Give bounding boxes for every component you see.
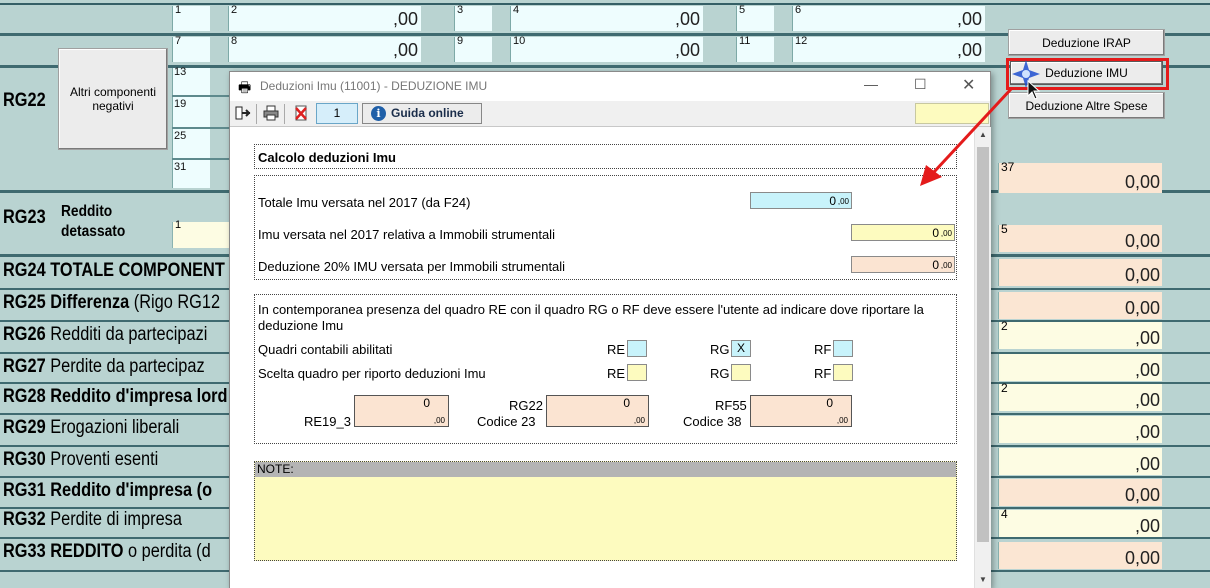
row-label-rg28: RG28 Reddito d'impresa lord (3, 386, 228, 407)
rf-abilitato-check[interactable] (833, 340, 853, 357)
imu-strumentali-field[interactable]: 0,00 (851, 224, 955, 241)
dialog-content: Calcolo deduzioni Imu Totale Imu versata… (230, 127, 974, 588)
form-cell[interactable]: 1 (172, 4, 210, 31)
re19-label: RE19_3 (304, 414, 351, 429)
row-label: Totale Imu versata nel 2017 (da F24) (258, 195, 471, 210)
form-cell[interactable]: 3 (454, 4, 492, 31)
exit-icon[interactable] (234, 104, 252, 122)
form-cell[interactable]: 4,00 (998, 507, 1162, 537)
form-cell[interactable]: 12,00 (792, 35, 985, 62)
form-cell[interactable]: 7 (172, 35, 210, 62)
form-cell[interactable]: 9 (454, 35, 492, 62)
form-cell[interactable]: 0,00 (998, 292, 1162, 319)
rg23-description: Reddito detassato (61, 203, 126, 240)
form-cell[interactable]: 11 (736, 35, 774, 62)
row-label-rg22: RG22 (3, 90, 46, 111)
rf55-field[interactable]: 0,00 (750, 395, 852, 427)
scroll-down-icon[interactable]: ▼ (979, 575, 987, 584)
row-label-rg27: RG27 Perdite da partecipaz (3, 356, 205, 377)
form-cell[interactable]: 0,00 (998, 479, 1162, 506)
rg-scelta-check[interactable] (731, 364, 751, 381)
form-cell[interactable]: ,00 (998, 448, 1162, 475)
guida-online-button[interactable]: i Guida online (362, 103, 482, 124)
form-cell[interactable]: 4,00 (510, 4, 703, 31)
codice23-label: Codice 23 (477, 414, 536, 429)
print-icon[interactable] (262, 104, 280, 122)
deduzione-20-field[interactable]: 0,00 (851, 256, 955, 273)
mouse-cursor-icon (1027, 79, 1041, 100)
re-scelta-check[interactable] (627, 364, 647, 381)
maximize-icon[interactable]: ☐ (914, 76, 927, 93)
row-label-rg30: RG30 Proventi esenti (3, 449, 159, 470)
deduzione-irap-button[interactable]: Deduzione IRAP (1008, 29, 1165, 56)
deduzioni-imu-dialog: 🖶 Deduzioni Imu (11001) - DEDUZIONE IMU … (229, 71, 991, 588)
minimize-icon[interactable]: — (864, 76, 878, 92)
calc-rows-box: Totale Imu versata nel 2017 (da F24) 0,0… (254, 175, 957, 280)
cell-number: 25 (174, 130, 187, 142)
form-cell[interactable]: ,00 (998, 416, 1162, 443)
printer-app-icon: 🖶 (238, 79, 252, 95)
notes-header: NOTE: (255, 462, 956, 477)
notes-area[interactable]: NOTE: (254, 461, 957, 561)
rf-label: RF (814, 366, 832, 381)
form-cell[interactable]: ,00 (998, 354, 1162, 381)
abilitati-label: Quadri contabili abilitati (258, 342, 393, 357)
form-cell[interactable]: 6,00 (792, 4, 985, 31)
info-icon: i (371, 106, 386, 121)
form-cell[interactable]: 5 0,00 (998, 222, 1162, 252)
form-cell[interactable]: 2,00 (998, 319, 1162, 349)
vertical-scrollbar[interactable]: ▲ ▼ (974, 127, 991, 588)
riporto-box: In contemporanea presenza del quadro RE … (254, 294, 957, 444)
altri-componenti-button[interactable]: Altri componenti negativi (58, 48, 168, 150)
form-cell[interactable]: 8,00 (228, 35, 421, 62)
form-cell[interactable]: 0,00 (998, 259, 1162, 286)
rg-label: RG (710, 342, 730, 357)
rg22-field[interactable]: 0,00 (546, 395, 649, 427)
scroll-up-icon[interactable]: ▲ (979, 130, 987, 139)
scroll-thumb[interactable] (977, 147, 989, 542)
cell-number: 31 (174, 161, 187, 173)
row-label: Deduzione 20% IMU versata per Immobili s… (258, 259, 566, 274)
rf-label: RF (814, 342, 832, 357)
row-label-rg24: RG24 TOTALE COMPONENT (3, 260, 225, 281)
row-label-rg29: RG29 Erogazioni liberali (3, 417, 180, 438)
header-box: Calcolo deduzioni Imu (254, 144, 957, 169)
rf55-label: RF55 (715, 398, 747, 413)
row-label-rg26: RG26 Redditi da partecipazi (3, 324, 208, 345)
close-icon[interactable]: ✕ (962, 75, 975, 95)
dialog-titlebar[interactable]: 🖶 Deduzioni Imu (11001) - DEDUZIONE IMU … (230, 72, 990, 101)
rg-label: RG (710, 366, 730, 381)
info-text: In contemporanea presenza del quadro RE … (258, 302, 924, 333)
re19-field[interactable]: 0,00 (354, 395, 449, 427)
section-header: Calcolo deduzioni Imu (258, 150, 396, 165)
row-label-rg32: RG32 Perdite di impresa (3, 509, 182, 530)
dialog-toolbar: 1 i Guida online (230, 101, 990, 127)
row-label-rg31: RG31 Reddito d'impresa (o (3, 480, 213, 501)
delete-icon[interactable] (292, 104, 310, 122)
toolbar-status-field (915, 103, 989, 124)
form-cell[interactable]: 10,00 (510, 35, 703, 62)
form-cell[interactable]: 1 (172, 219, 232, 248)
rf-scelta-check[interactable] (833, 364, 853, 381)
row-label: Imu versata nel 2017 relativa a Immobili… (258, 227, 555, 242)
rg-abilitato-check[interactable]: X (731, 340, 751, 357)
page-number-field[interactable]: 1 (316, 103, 358, 124)
cell-number: 19 (174, 98, 187, 110)
re-label: RE (607, 342, 626, 357)
form-cell[interactable]: 2,00 (998, 381, 1162, 411)
scelta-label: Scelta quadro per riporto deduzioni Imu (258, 366, 486, 381)
totale-imu-field[interactable]: 0,00 (750, 192, 852, 209)
codice38-label: Codice 38 (683, 414, 742, 429)
rg22-label: RG22 (509, 398, 543, 413)
form-cell[interactable]: 0,00 (998, 542, 1162, 569)
row-label-rg33: RG33 REDDITO o perdita (d (3, 541, 211, 562)
form-cell[interactable]: 5 (736, 4, 774, 31)
row-label-rg25: RG25 Differenza (Rigo RG12 (3, 292, 221, 313)
dialog-title: Deduzioni Imu (11001) - DEDUZIONE IMU (260, 79, 488, 93)
form-cell[interactable]: 37 0,00 (998, 160, 1162, 193)
cell-number: 13 (174, 66, 187, 78)
re-abilitato-check[interactable] (627, 340, 647, 357)
re-label: RE (607, 366, 626, 381)
form-cell[interactable]: 2,00 (228, 4, 421, 31)
